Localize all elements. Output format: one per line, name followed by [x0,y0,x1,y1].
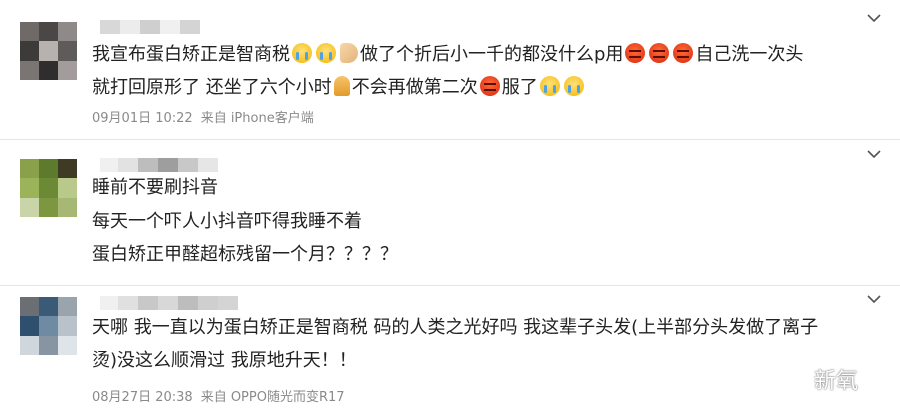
comment-meta: 09月01日 10:22 来自 iPhone客户端 [92,111,314,127]
angry-emoji [649,43,670,63]
username-blurred[interactable] [100,158,218,172]
username-blurred[interactable] [100,20,200,34]
comment-text: 服了 [501,77,538,98]
comment-text-line: 睡前不要刷抖音 [92,177,218,198]
pray-emoji [333,76,350,96]
hand-emoji [340,43,358,63]
comment-text: 不会再做第二次 [351,77,478,98]
comment-text-line: 蛋白矫正甲醛超标残留一个月？？？？ [92,244,398,265]
comment-2: 睡前不要刷抖音 每天一个吓人小抖音吓得我睡不着 蛋白矫正甲醛超标残留一个月？？？… [0,140,900,285]
comment-text-line: 天哪 我一直以为蛋白矫正是智商税 码的人类之光好吗 我这辈子头发(上半部分头发做… [92,317,819,338]
avatar[interactable] [20,297,77,355]
comment-text: 就打回原形了 还坐了六个小时 [92,77,332,98]
comment-date: 09月01日 10:22 [92,111,193,126]
comment-3: 天哪 我一直以为蛋白矫正是智商税 码的人类之光好吗 我这辈子头发(上半部分头发做… [0,286,900,415]
cry-emoji [316,43,336,63]
cry-emoji [563,76,584,96]
comment-text-line: 就打回原形了 还坐了六个小时 不会再做第二次 服了 [92,76,586,99]
comment-source[interactable]: 来自 iPhone客户端 [201,111,314,126]
cry-emoji [292,43,312,63]
chevron-down-icon[interactable] [866,146,882,162]
comment-text-line: 我宣布蛋白矫正是智商税 做了个折后小一千的都没什么p用 自己洗一次头 [92,43,803,66]
username-blurred[interactable] [100,296,238,310]
angry-emoji [673,43,694,63]
comment-source[interactable]: 来自 OPPO随光而变R17 [201,390,345,405]
watermark: 新氧 [813,369,858,394]
comment-meta: 08月27日 20:38 来自 OPPO随光而变R17 [92,390,345,406]
angry-emoji [479,76,500,96]
comment-text: 自己洗一次头 [695,44,804,65]
comment-text-line: 每天一个吓人小抖音吓得我睡不着 [92,211,362,232]
avatar[interactable] [20,159,77,217]
chevron-down-icon[interactable] [866,10,882,26]
chevron-down-icon[interactable] [866,291,882,307]
angry-emoji [625,43,646,63]
comment-text: 做了个折后小一千的都没什么p用 [360,44,624,65]
comment-1: 我宣布蛋白矫正是智商税 做了个折后小一千的都没什么p用 自己洗一次头 就打回原形了 … [0,0,900,140]
comment-text-line: 烫)没这么顺滑过 我原地升天！！ [92,350,357,371]
comment-text: 我宣布蛋白矫正是智商税 [92,44,290,65]
comment-date: 08月27日 20:38 [92,390,193,405]
avatar[interactable] [20,22,77,80]
cry-emoji [539,76,560,96]
